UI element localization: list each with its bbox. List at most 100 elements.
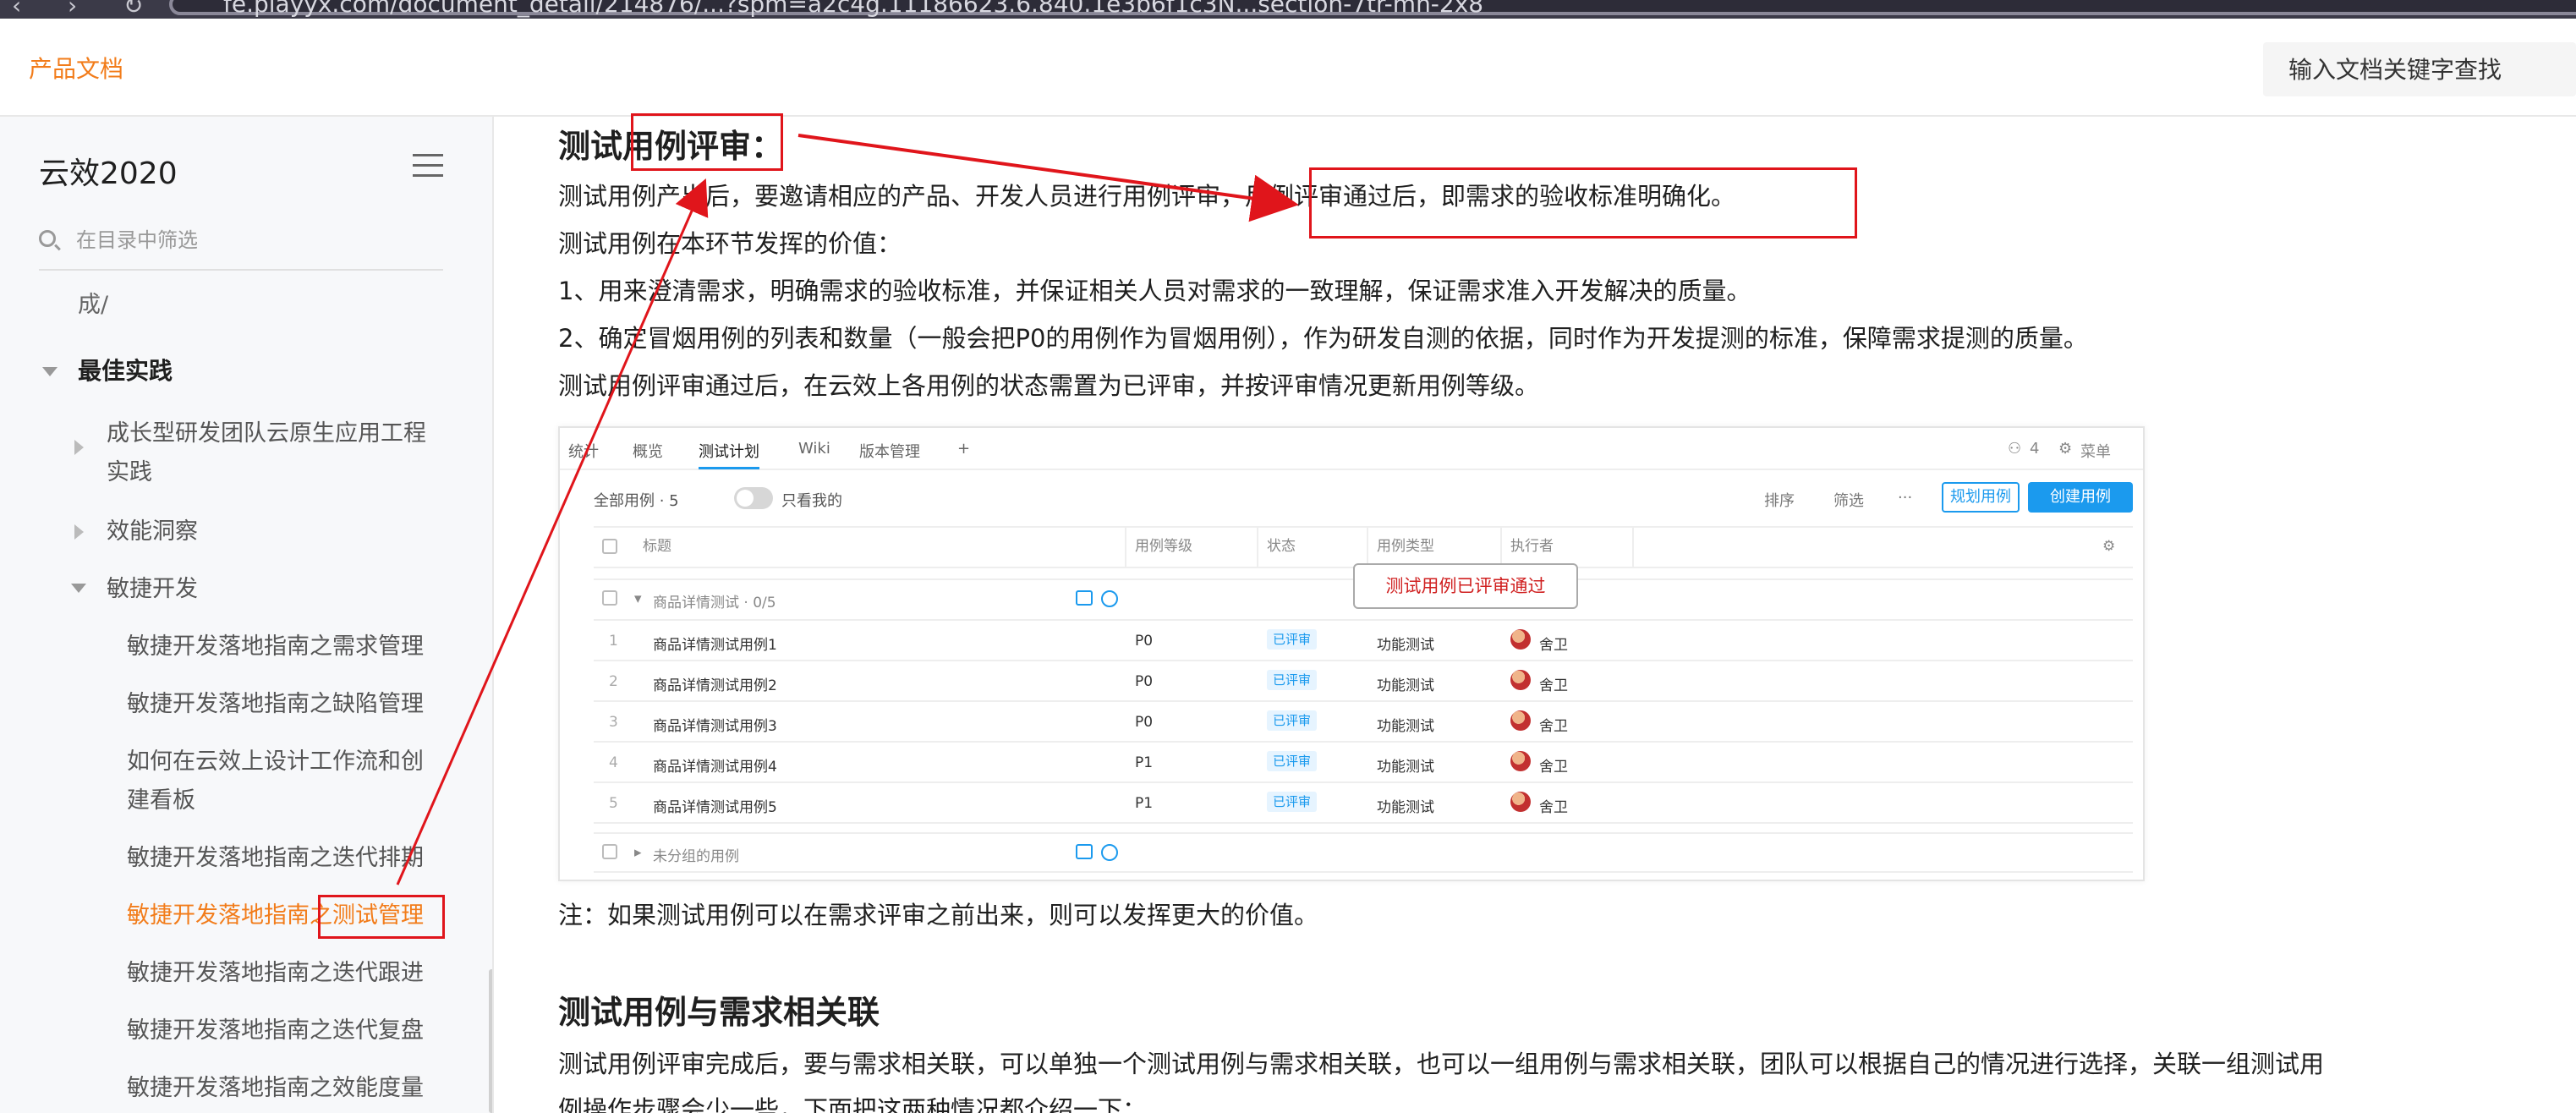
- chevron-down-icon[interactable]: [71, 584, 86, 593]
- status-badge[interactable]: 已评审: [1267, 792, 1318, 812]
- sidebar-item-workflow[interactable]: 如何在云效上设计工作流和创: [127, 743, 424, 781]
- sidebar-title: 云效2020: [39, 156, 178, 191]
- row-number: 4: [609, 754, 618, 771]
- status-badge[interactable]: 已评审: [1267, 670, 1318, 690]
- case-title[interactable]: 商品详情测试用例4: [653, 754, 777, 776]
- column-header: 用例类型: [1377, 538, 1434, 555]
- sidebar-item-cropped[interactable]: 成/: [78, 286, 108, 325]
- filter-button[interactable]: 筛选: [1833, 489, 1864, 511]
- only-mine-toggle[interactable]: [734, 487, 773, 509]
- paragraph: 测试用例评审完成后，要与需求相关联，可以单独一个测试用例与需求相关联，也可以一组…: [558, 1050, 2325, 1078]
- chevron-right-icon[interactable]: [74, 524, 84, 540]
- avatar: [1510, 710, 1531, 731]
- case-type: 功能测试: [1377, 799, 1434, 816]
- status-badge[interactable]: 已评审: [1267, 751, 1318, 771]
- case-title[interactable]: 商品详情测试用例2: [653, 673, 777, 694]
- case-title[interactable]: 商品详情测试用例5: [653, 795, 777, 816]
- case-title[interactable]: 商品详情测试用例3: [653, 714, 777, 735]
- case-type: 功能测试: [1377, 718, 1434, 735]
- ungrouped-checkbox[interactable]: [602, 844, 617, 859]
- filter-bar: 全部用例 · 5 只看我的 排序 筛选 ··· 规划用例 创建用例: [560, 470, 2143, 526]
- sidebar-item-insight[interactable]: 效能洞察: [107, 513, 198, 551]
- reload-icon[interactable]: ↻: [123, 0, 143, 19]
- case-owner: 舍卫: [1539, 759, 1568, 776]
- sidebar-item-workflow-cont[interactable]: 建看板: [127, 781, 195, 820]
- sidebar-item-cloud-native[interactable]: 成长型研发团队云原生应用工程: [107, 414, 426, 453]
- sidebar-item-metrics[interactable]: 敏捷开发落地指南之效能度量: [127, 1069, 424, 1108]
- main-content: 测试用例评审： 测试用例产出后，要邀请相应的产品、开发人员进行用例评审，用例评审…: [494, 117, 2576, 1113]
- tab-version[interactable]: 版本管理: [859, 440, 920, 462]
- menu-icon[interactable]: [413, 154, 443, 178]
- search-icon: [39, 230, 56, 247]
- column-header: 标题: [643, 538, 671, 555]
- chevron-down-icon[interactable]: [42, 367, 58, 376]
- heading-link-requirement: 测试用例与需求相关联: [558, 994, 880, 1031]
- status-badge[interactable]: 已评审: [1267, 710, 1318, 731]
- gear-icon[interactable]: ⚙: [2102, 526, 2115, 567]
- sidebar-item-best-practice[interactable]: 最佳实践: [78, 352, 173, 391]
- chevron-down-icon[interactable]: ▾: [634, 590, 642, 607]
- add-circle-icon[interactable]: [1101, 844, 1118, 861]
- paragraph: 例操作步骤会少一些，下面把这两种情况都介绍一下：: [558, 1095, 1148, 1113]
- case-title[interactable]: 商品详情测试用例1: [653, 633, 777, 654]
- more-icon[interactable]: ···: [1898, 489, 1912, 507]
- loop-icon[interactable]: [1076, 590, 1093, 606]
- menu-link[interactable]: 菜单: [2080, 440, 2111, 462]
- member-icon[interactable]: ⚇: [2008, 440, 2021, 458]
- add-tab-icon[interactable]: +: [957, 440, 970, 458]
- group-checkbox[interactable]: [602, 590, 617, 606]
- top-header: 产品文档: [0, 19, 2576, 117]
- forward-icon[interactable]: ›: [68, 0, 77, 19]
- reviewed-callout: 测试用例已评审通过: [1353, 563, 1578, 609]
- case-owner: 舍卫: [1539, 718, 1568, 735]
- loop-icon[interactable]: [1076, 844, 1093, 859]
- product-docs-link[interactable]: 产品文档: [29, 51, 123, 85]
- case-level: P0: [1135, 714, 1154, 731]
- chevron-right-icon[interactable]: ▸: [634, 844, 642, 861]
- paragraph: 测试用例在本环节发挥的价值：: [558, 229, 902, 258]
- annotation-box-sentence: [1309, 167, 1857, 238]
- back-icon[interactable]: ‹: [12, 0, 21, 19]
- select-all-checkbox[interactable]: [602, 539, 617, 554]
- address-bar[interactable]: fe.playyx.com/document_detail/214876/...…: [169, 0, 2576, 18]
- url-text: fe.playyx.com/document_detail/214876/...…: [223, 0, 1484, 18]
- sidebar-item-retro[interactable]: 敏捷开发落地指南之迭代复盘: [127, 1012, 424, 1050]
- case-level: P1: [1135, 795, 1154, 812]
- plan-cases-button[interactable]: 规划用例: [1942, 482, 2020, 513]
- doc-search-input[interactable]: [2263, 42, 2576, 96]
- settings-icon[interactable]: ⚙: [2058, 440, 2072, 458]
- group-name[interactable]: 商品详情测试 · 0/5: [653, 590, 776, 611]
- sidebar-item-defect[interactable]: 敏捷开发落地指南之缺陷管理: [127, 685, 424, 724]
- sidebar-item-sprint-follow[interactable]: 敏捷开发落地指南之迭代跟进: [127, 954, 424, 993]
- tab-wiki[interactable]: Wiki: [798, 440, 830, 458]
- note-paragraph: 注：如果测试用例可以在需求评审之前出来，则可以发挥更大的价值。: [558, 901, 1319, 929]
- paragraph: 测试用例评审通过后，在云效上各用例的状态需置为已评审，并按评审情况更新用例等级。: [558, 371, 1540, 400]
- sidebar-item-cloud-native-cont[interactable]: 实践: [107, 453, 152, 492]
- case-type: 功能测试: [1377, 677, 1434, 694]
- avatar: [1510, 670, 1531, 690]
- sidebar-item-requirement[interactable]: 敏捷开发落地指南之需求管理: [127, 628, 424, 666]
- add-circle-icon[interactable]: [1101, 590, 1118, 607]
- status-badge[interactable]: 已评审: [1267, 629, 1318, 650]
- row-number: 2: [609, 673, 618, 690]
- column-header: 状态: [1267, 538, 1296, 555]
- sort-button[interactable]: 排序: [1764, 489, 1795, 511]
- sidebar-item-sprint-plan[interactable]: 敏捷开发落地指南之迭代排期: [127, 839, 424, 878]
- chevron-right-icon[interactable]: [74, 440, 84, 455]
- member-count: 4: [2030, 440, 2040, 458]
- paragraph: 2、确定冒烟用例的列表和数量（一般会把P0的用例作为冒烟用例），作为研发自测的依…: [558, 324, 2088, 353]
- tab-test-plan[interactable]: 测试计划: [699, 440, 759, 469]
- sidebar-filter-input[interactable]: [76, 225, 431, 255]
- create-case-button[interactable]: 创建用例: [2028, 482, 2133, 513]
- browser-toolbar: ‹ › ↻ fe.playyx.com/document_detail/2148…: [0, 0, 2576, 19]
- all-cases-label[interactable]: 全部用例 · 5: [594, 489, 679, 511]
- paragraph: 1、用来澄清需求，明确需求的验收标准，并保证相关人员对需求的一致理解，保证需求准…: [558, 277, 1751, 305]
- tab-statistics[interactable]: 统计: [568, 440, 599, 462]
- avatar: [1510, 792, 1531, 812]
- sidebar-item-agile[interactable]: 敏捷开发: [107, 570, 198, 609]
- annotation-box-heading: [631, 113, 783, 171]
- case-owner: 舍卫: [1539, 677, 1568, 694]
- tab-overview[interactable]: 概览: [633, 440, 663, 462]
- ungrouped-label[interactable]: 未分组的用例: [653, 844, 739, 865]
- case-level: P1: [1135, 754, 1154, 771]
